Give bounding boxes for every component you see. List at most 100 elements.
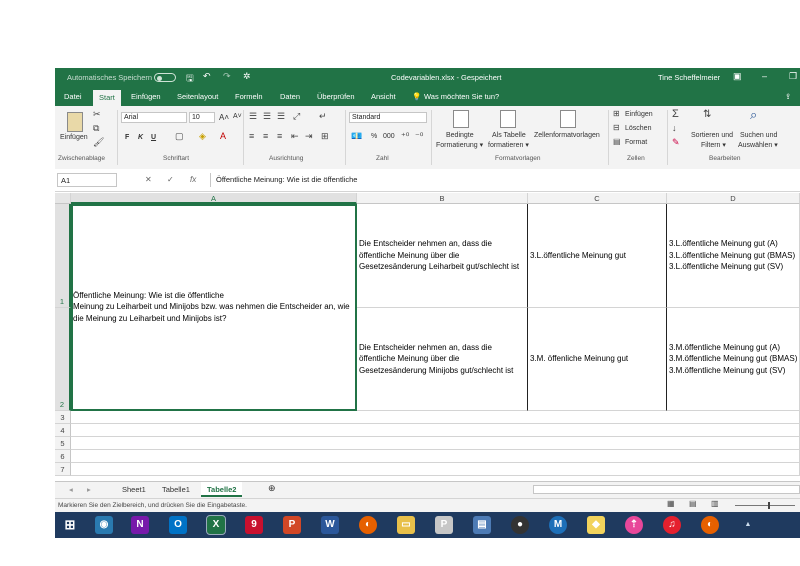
cell-d2[interactable]: 3.M.öffentliche Meinung gut (A) 3.M.öffe… <box>667 308 800 411</box>
paste-icon[interactable] <box>67 112 83 132</box>
align-left-icon[interactable]: ≡ <box>249 131 254 141</box>
notes-icon[interactable]: ◆ <box>587 516 605 534</box>
insert-cells-button[interactable]: Einfügen <box>625 111 653 118</box>
align-right-icon[interactable]: ≡ <box>277 131 282 141</box>
align-bottom-icon[interactable]: ☰ <box>277 111 285 122</box>
empty-row[interactable] <box>71 411 800 424</box>
empty-row[interactable] <box>71 463 800 476</box>
customize-icon[interactable]: ✲ <box>243 71 251 82</box>
column-header-d[interactable]: D <box>667 193 800 204</box>
search-icon[interactable]: ⌕ <box>750 107 757 123</box>
firefox-icon[interactable]: ◐ <box>701 516 719 534</box>
sheet-tab-tabelle1[interactable]: Tabelle1 <box>162 485 190 494</box>
number-format-combo[interactable]: Standard <box>349 112 427 123</box>
merge-center-icon[interactable]: ⊞ <box>321 131 329 142</box>
format-cells-button[interactable]: Format <box>625 139 647 146</box>
find-label-2[interactable]: Auswählen ▾ <box>738 141 778 149</box>
row-header-3[interactable]: 3 <box>55 411 71 424</box>
delete-cells-icon[interactable]: ⊟ <box>613 123 620 132</box>
wrap-text-icon[interactable]: ↵ <box>319 111 327 122</box>
fill-color-icon[interactable]: ◈ <box>199 131 206 142</box>
underline-button[interactable]: U <box>151 134 156 141</box>
format-as-table-icon[interactable] <box>500 110 516 128</box>
conditional-formatting-icon[interactable] <box>453 110 469 128</box>
pdf-editor-icon[interactable]: ▤ <box>473 516 491 534</box>
decrease-decimal-icon[interactable]: ⁻⁰ <box>415 131 423 142</box>
sheet-tab-sheet1[interactable]: Sheet1 <box>122 485 146 494</box>
tab-formeln[interactable]: Formeln <box>235 92 263 101</box>
itunes-icon[interactable]: ♫ <box>663 516 681 534</box>
insert-function-button[interactable]: fx <box>190 175 196 184</box>
file-explorer-icon[interactable]: ▭ <box>397 516 415 534</box>
ribbon-display-icon[interactable]: ▣ <box>733 71 742 82</box>
format-cells-icon[interactable]: ▤ <box>613 137 621 146</box>
format-painter-icon[interactable]: 🖌 <box>93 137 104 148</box>
tab-start[interactable]: Start <box>93 90 121 106</box>
copy-icon[interactable]: ⧉ <box>93 123 99 134</box>
cell-styles-icon[interactable] <box>560 110 576 128</box>
app-m-icon[interactable]: M <box>549 516 567 534</box>
tab-einfuegen[interactable]: Einfügen <box>131 92 161 101</box>
cell-c2[interactable]: 3.M. öffenliche Meinung gut <box>528 308 667 411</box>
vpn-icon[interactable]: ● <box>511 516 529 534</box>
row-header-5[interactable]: 5 <box>55 437 71 450</box>
next-sheet-icon[interactable]: ▸ <box>87 485 91 494</box>
decrease-indent-icon[interactable]: ⇤ <box>291 131 299 142</box>
powerpoint-icon[interactable]: P <box>283 516 301 534</box>
align-middle-icon[interactable]: ☰ <box>263 111 271 122</box>
cell-c1[interactable]: 3.L.öffentliche Meinung gut <box>528 204 667 308</box>
sort-filter-icon[interactable]: ⇅ <box>703 109 711 120</box>
tray-arrow-icon[interactable]: ▲ <box>739 516 757 534</box>
orientation-icon[interactable]: ⤢ <box>293 111 300 122</box>
app-pink-icon[interactable]: ⇡ <box>625 516 643 534</box>
onenote-icon[interactable]: N <box>131 516 149 534</box>
fill-icon[interactable]: ↓ <box>672 123 677 133</box>
cut-icon[interactable]: ✂ <box>93 109 101 120</box>
cell-b1[interactable]: Die Entscheider nehmen an, dass die öffe… <box>357 204 528 308</box>
save-icon[interactable]: 🖫 <box>186 71 194 87</box>
sort-label-2[interactable]: Filtern ▾ <box>701 141 726 149</box>
tab-daten[interactable]: Daten <box>280 92 300 101</box>
row-header-7[interactable]: 7 <box>55 463 71 476</box>
name-box[interactable]: A1 <box>57 173 117 187</box>
shrink-font-icon[interactable]: A˅ <box>233 113 242 120</box>
share-icon[interactable]: ⇪ <box>785 92 791 101</box>
sheet-tab-tabelle2[interactable]: Tabelle2 <box>201 482 243 497</box>
cell-d1[interactable]: 3.L.öffentliche Meinung gut (A) 3.L.öffe… <box>667 204 800 308</box>
confirm-icon[interactable]: ✓ <box>167 175 174 184</box>
column-header-c[interactable]: C <box>528 193 667 204</box>
border-icon[interactable]: ▢ <box>175 131 184 142</box>
row-header-1[interactable]: 1 <box>55 204 71 308</box>
percent-button[interactable]: % <box>371 133 377 140</box>
tell-me-box[interactable]: Was möchten Sie tun? <box>424 92 499 101</box>
autosum-icon[interactable]: Σ <box>672 108 679 120</box>
cancel-icon[interactable]: ✕ <box>145 175 152 184</box>
cell-a1[interactable]: Öffentliche Meinung: Wie ist die öffentl… <box>71 204 357 411</box>
sort-label[interactable]: Sortieren und <box>691 132 733 139</box>
row-header-2[interactable]: 2 <box>55 308 71 411</box>
cond-format-label-2[interactable]: Formatierung ▾ <box>436 141 483 149</box>
delete-cells-button[interactable]: Löschen <box>625 125 651 132</box>
horizontal-scrollbar[interactable] <box>533 485 800 494</box>
formula-input[interactable]: Öffentliche Meinung: Wie ist die öffentl… <box>210 173 798 187</box>
font-size-combo[interactable]: 10 <box>189 112 215 123</box>
insert-cells-icon[interactable]: ⊞ <box>613 109 620 118</box>
increase-indent-icon[interactable]: ⇥ <box>305 131 313 142</box>
minimize-icon[interactable]: – <box>762 71 767 81</box>
column-header-b[interactable]: B <box>357 193 528 204</box>
find-label[interactable]: Suchen und <box>740 132 777 139</box>
add-sheet-icon[interactable]: ⊕ <box>268 483 276 494</box>
tab-seitenlayout[interactable]: Seitenlayout <box>177 92 218 101</box>
align-top-icon[interactable]: ☰ <box>249 111 257 122</box>
empty-row[interactable] <box>71 437 800 450</box>
as-table-label-2[interactable]: formatieren ▾ <box>488 141 529 149</box>
maximize-icon[interactable]: ❐ <box>789 71 797 82</box>
tab-ansicht[interactable]: Ansicht <box>371 92 396 101</box>
zoom-slider[interactable] <box>735 505 795 506</box>
bold-button[interactable]: F <box>125 134 129 141</box>
page-break-icon[interactable]: ▥ <box>711 499 719 508</box>
normal-view-icon[interactable]: ▦ <box>667 499 675 508</box>
page-layout-icon[interactable]: ▤ <box>689 499 697 508</box>
excel-taskbar-icon[interactable]: X <box>206 515 226 535</box>
cell-styles-label[interactable]: Zellenformatvorlagen <box>534 132 600 139</box>
